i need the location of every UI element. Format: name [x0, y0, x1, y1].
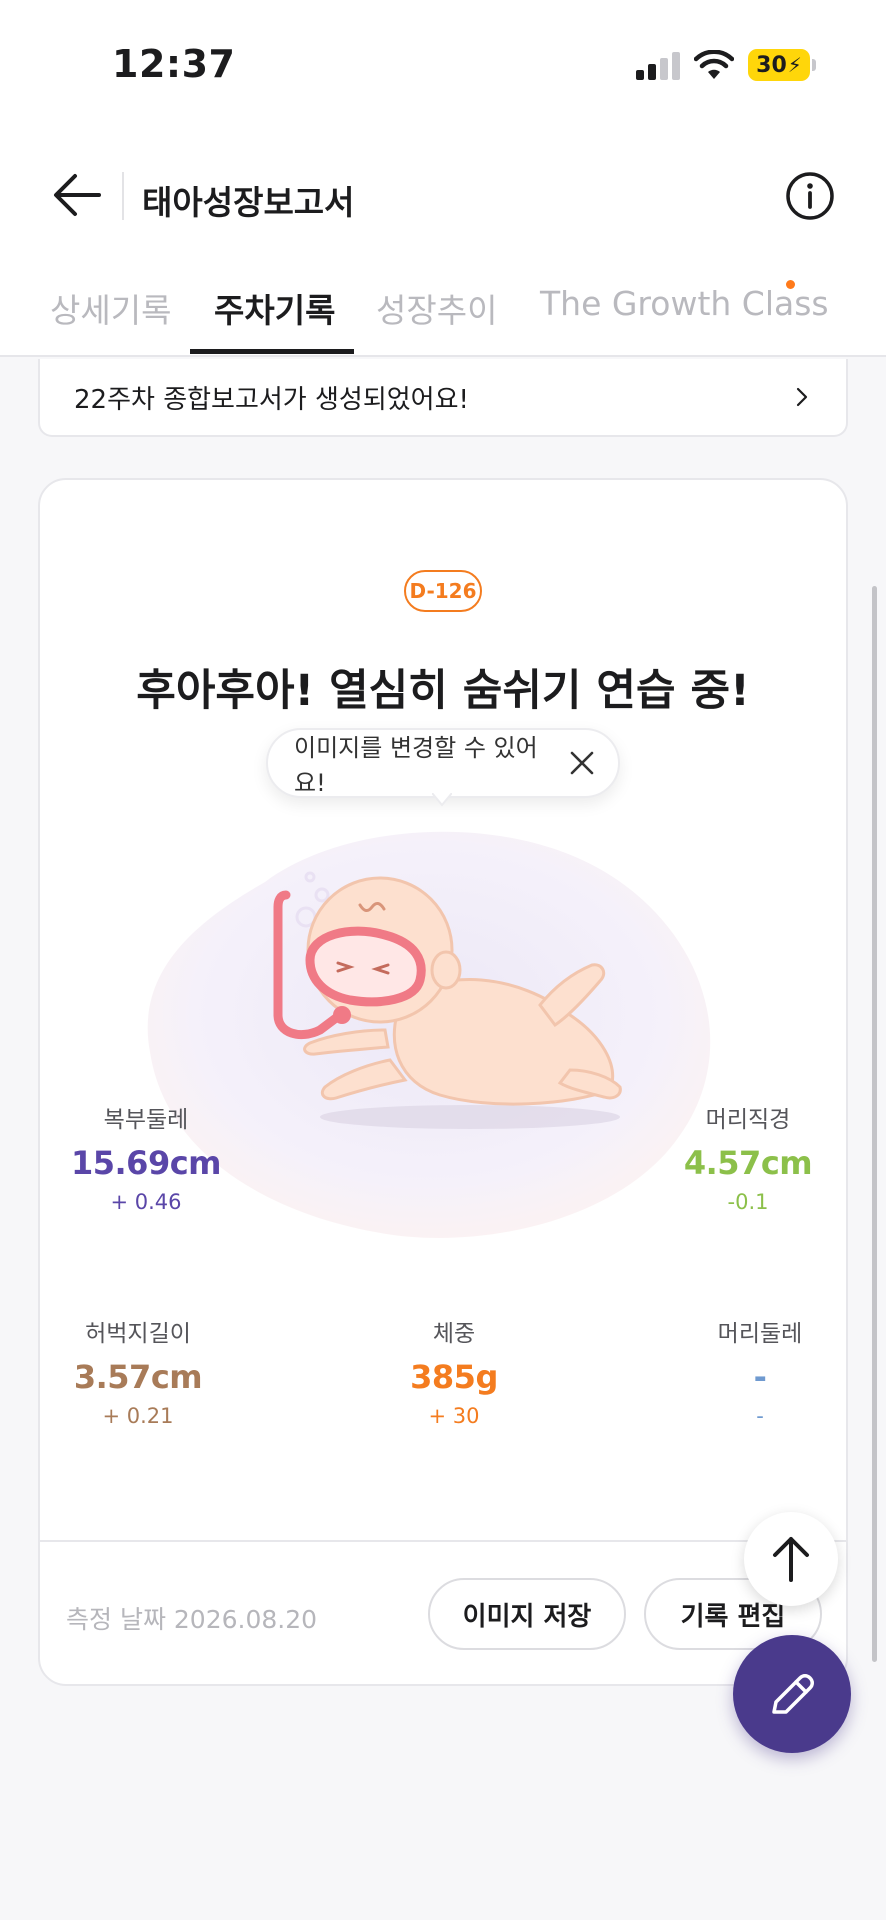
save-image-button[interactable]: 이미지 저장 — [428, 1578, 626, 1650]
change-image-tooltip: 이미지를 변경할 수 있어요! — [266, 728, 620, 798]
metric-head-circumference: 머리둘레 - - — [660, 1314, 860, 1428]
report-banner[interactable]: 22주차 종합보고서가 생성되었어요! — [38, 359, 848, 437]
pencil-icon — [772, 1674, 814, 1714]
wifi-icon — [694, 50, 734, 79]
metric-weight: 체중 385g + 30 — [354, 1314, 554, 1428]
tooltip-tail — [432, 793, 452, 807]
tab-growth-trend[interactable]: 성장추이 — [376, 284, 497, 332]
info-button[interactable] — [784, 170, 836, 222]
metric-label: 체중 — [432, 1321, 476, 1347]
metric-head-diameter: 머리직경 4.57cm -0.1 — [648, 1100, 848, 1214]
back-button[interactable] — [48, 166, 106, 224]
measure-date: 측정 날짜 2026.08.20 — [66, 1605, 318, 1634]
metric-abdomen: 복부둘레 15.69cm + 0.46 — [46, 1100, 246, 1214]
cellular-signal-icon — [636, 52, 680, 80]
tab-growth-class[interactable]: The Growth Class — [540, 284, 829, 323]
tab-weekly-record[interactable]: 주차기록 — [214, 284, 335, 332]
metric-femur: 허벅지길이 3.57cm + 0.21 — [38, 1314, 238, 1428]
metric-delta: + 30 — [428, 1404, 480, 1428]
metric-label: 복부둘레 — [103, 1107, 189, 1133]
tab-detail-record[interactable]: 상세기록 — [50, 284, 171, 332]
metric-value: 4.57cm — [683, 1144, 813, 1182]
battery-tip — [812, 59, 816, 71]
arrow-up-icon — [773, 1537, 809, 1582]
new-badge-dot — [786, 280, 795, 289]
active-tab-indicator — [190, 349, 354, 354]
arrow-left-icon — [54, 174, 101, 216]
card-headline: 후아후아! 열심히 숨쉬기 연습 중! — [136, 666, 750, 716]
page-title: 태아성장보고서 — [142, 183, 355, 222]
edit-fab-button[interactable] — [733, 1635, 851, 1753]
tooltip-text: 이미지를 변경할 수 있어요! — [294, 734, 538, 797]
close-icon[interactable] — [568, 749, 596, 777]
battery-icon: 30 ⚡ — [748, 49, 810, 81]
metric-delta: -0.1 — [727, 1190, 769, 1214]
scroll-top-button[interactable] — [744, 1512, 838, 1606]
tab-bar-border — [0, 355, 886, 357]
dday-badge: D-126 — [404, 570, 482, 612]
metric-value: - — [753, 1358, 767, 1396]
metric-delta: - — [756, 1404, 764, 1428]
metric-delta: + 0.46 — [110, 1190, 182, 1214]
metric-label: 머리둘레 — [717, 1321, 803, 1347]
baby-snorkel-illustration[interactable] — [270, 855, 650, 1145]
info-icon — [786, 172, 834, 220]
metric-delta: + 0.21 — [102, 1404, 174, 1428]
status-time: 12:37 — [112, 42, 236, 86]
header-divider — [122, 172, 124, 220]
metric-value: 15.69cm — [70, 1144, 222, 1182]
banner-text: 22주차 종합보고서가 생성되었어요! — [74, 384, 469, 415]
metric-value: 385g — [410, 1358, 498, 1396]
card-divider — [38, 1540, 848, 1542]
scrollbar[interactable] — [872, 586, 877, 1662]
metric-value: 3.57cm — [73, 1358, 203, 1396]
battery-level: 30 — [756, 52, 787, 78]
metric-label: 허벅지길이 — [85, 1321, 191, 1347]
metric-label: 머리직경 — [705, 1107, 791, 1133]
chevron-right-icon — [796, 387, 808, 407]
